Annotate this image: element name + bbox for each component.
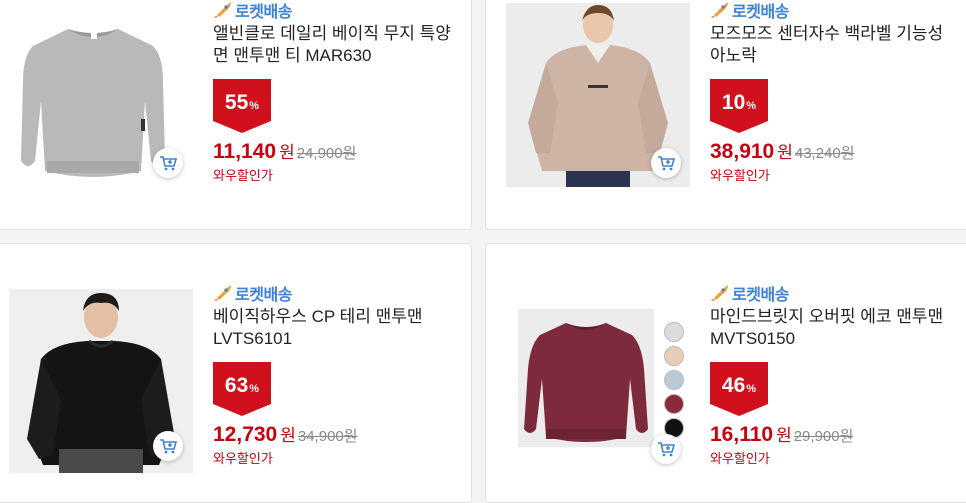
rocket-delivery-badge: 로켓배송 — [213, 284, 463, 304]
discount-value: 63 — [224, 374, 249, 397]
currency-label: 원 — [776, 426, 792, 445]
color-swatch-light-blue[interactable] — [664, 370, 684, 390]
product-title[interactable]: 마인드브릿지 오버핏 에코 맨투맨 MVTS0150 — [710, 306, 960, 350]
sale-price: 16,110 — [710, 423, 774, 446]
original-price: 29,900원 — [793, 428, 854, 445]
currency-label: 원 — [777, 143, 793, 162]
currency-label: 원 — [279, 143, 295, 162]
product-image[interactable] — [13, 11, 173, 181]
cart-icon — [160, 439, 177, 454]
add-to-cart-button[interactable] — [153, 431, 183, 461]
add-to-cart-button[interactable] — [651, 434, 681, 464]
rocket-delivery-badge: 로켓배송 — [710, 284, 960, 304]
percent-sign: % — [746, 383, 757, 395]
original-price: 43,240원 — [794, 145, 855, 162]
discount-value: 46 — [721, 374, 746, 397]
color-swatch-burgundy[interactable] — [664, 394, 684, 414]
discount-badge: 46% — [710, 362, 768, 416]
rocket-delivery-badge: 로켓배송 — [710, 1, 960, 21]
delivery-label: 로켓배송 — [235, 4, 292, 21]
cart-icon — [160, 156, 177, 171]
rocket-icon — [213, 284, 233, 302]
rocket-icon — [213, 1, 233, 19]
currency-label: 원 — [280, 426, 296, 445]
original-price: 24,900원 — [296, 145, 357, 162]
product-card[interactable]: 로켓배송 모즈모즈 센터자수 백라벨 기능성 아노락 10% 38,910 원 … — [485, 0, 966, 230]
sale-price: 38,910 — [710, 140, 775, 163]
product-image[interactable] — [518, 309, 654, 447]
sale-price: 12,730 — [213, 423, 278, 446]
add-to-cart-button[interactable] — [651, 148, 681, 178]
percent-sign: % — [249, 100, 260, 112]
color-swatch-light-gray[interactable] — [664, 322, 684, 342]
delivery-label: 로켓배송 — [235, 287, 292, 304]
discount-badge: 55% — [213, 79, 271, 133]
rocket-icon — [710, 1, 730, 19]
product-card[interactable]: 로켓배송 앨빈클로 데일리 베이직 무지 특양면 맨투맨 티 MAR630 55… — [0, 0, 472, 230]
original-price: 34,900원 — [297, 428, 358, 445]
wow-discount-label: 와우할인가 — [213, 451, 273, 466]
cart-icon — [658, 156, 675, 171]
sale-price: 11,140 — [213, 140, 277, 163]
wow-discount-label: 와우할인가 — [710, 451, 770, 466]
product-card[interactable]: 로켓배송 베이직하우스 CP 테리 맨투맨 LVTS6101 63% 12,73… — [0, 243, 472, 503]
discount-value: 55 — [224, 91, 249, 114]
discount-value: 10 — [721, 91, 746, 114]
percent-sign: % — [746, 100, 757, 112]
product-title[interactable]: 모즈모즈 센터자수 백라벨 기능성 아노락 — [710, 23, 960, 67]
delivery-label: 로켓배송 — [732, 287, 789, 304]
cart-icon — [658, 442, 675, 457]
delivery-label: 로켓배송 — [732, 4, 789, 21]
color-swatch-beige[interactable] — [664, 346, 684, 366]
discount-badge: 10% — [710, 79, 768, 133]
wow-discount-label: 와우할인가 — [710, 168, 770, 183]
product-card[interactable]: 로켓배송 마인드브릿지 오버핏 에코 맨투맨 MVTS0150 46% 16,1… — [485, 243, 966, 503]
product-title[interactable]: 앨빈클로 데일리 베이직 무지 특양면 맨투맨 티 MAR630 — [213, 23, 463, 67]
discount-badge: 63% — [213, 362, 271, 416]
product-title[interactable]: 베이직하우스 CP 테리 맨투맨 LVTS6101 — [213, 306, 463, 350]
add-to-cart-button[interactable] — [153, 148, 183, 178]
rocket-delivery-badge: 로켓배송 — [213, 1, 463, 21]
rocket-icon — [710, 284, 730, 302]
percent-sign: % — [249, 383, 260, 395]
wow-discount-label: 와우할인가 — [213, 168, 273, 183]
